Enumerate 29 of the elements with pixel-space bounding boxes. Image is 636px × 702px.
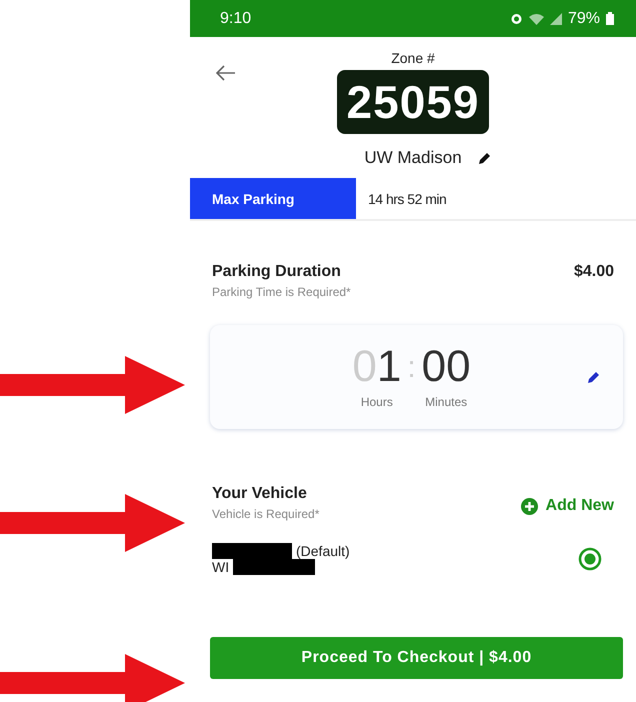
tab[interactable]: 14 hrs 52 min (356, 178, 556, 219)
add-new-button[interactable]: Add New (520, 497, 614, 515)
back-arrow-icon[interactable] (216, 65, 236, 81)
location-name: UW Madison (364, 148, 462, 168)
vehicle-name: (Default) (296, 543, 350, 559)
battery-icon (606, 12, 614, 25)
edit-icon[interactable] (587, 370, 601, 384)
minutes-label: Minutes (425, 395, 468, 409)
section-hint: Vehicle is Required* (212, 507, 320, 521)
section-hint: Parking Time is Required* (212, 285, 351, 299)
zone-number: 25059 (336, 70, 490, 134)
zone-label: Zone # (391, 50, 435, 66)
time-separator: : (407, 353, 416, 386)
status-time: 9:10 (220, 10, 252, 28)
tab[interactable]: Max Parking (190, 178, 356, 219)
wifi-icon (528, 12, 544, 24)
edit-icon[interactable] (478, 151, 492, 165)
section-title: Parking Duration (212, 263, 342, 281)
minutes-value: 00 (422, 345, 471, 389)
hours-label: Hours (360, 395, 393, 409)
signal-icon (550, 12, 562, 24)
battery-percent: 79% (568, 10, 600, 28)
alarm-icon (510, 12, 523, 25)
radio-button[interactable] (578, 547, 602, 571)
checkout-button[interactable]: Proceed To Checkout | $4.00 (210, 637, 623, 679)
plus-icon (520, 498, 538, 514)
price: $4.00 (574, 263, 614, 281)
section-title: Your Vehicle (212, 485, 308, 503)
vehicle-plate: WI (212, 559, 230, 575)
